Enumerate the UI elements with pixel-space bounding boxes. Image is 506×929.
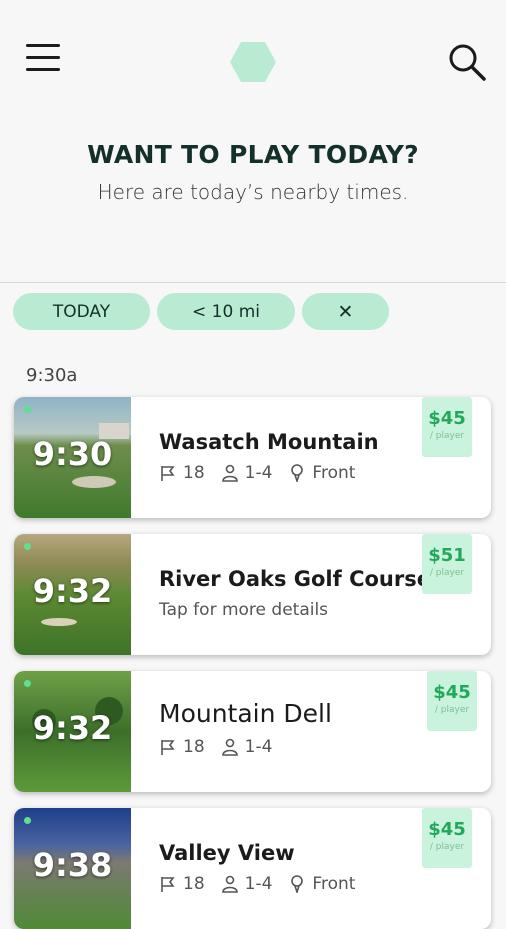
holes-count: 18: [183, 737, 205, 757]
filter-chip-today[interactable]: TODAY: [13, 293, 150, 330]
course-name: Mountain Dell: [159, 699, 332, 728]
players-range: 1-4: [244, 737, 273, 757]
status-dot: [24, 817, 31, 824]
price-unit: / player: [434, 705, 470, 715]
status-dot: [24, 406, 31, 413]
tee-time-card[interactable]: 9:32 River Oaks Golf Course Tap for more…: [14, 534, 491, 655]
price-amount: $45: [433, 682, 471, 703]
header: WANT TO PLAY TODAY? Here are today’s nea…: [0, 0, 506, 283]
price-unit: / player: [429, 568, 465, 578]
price-unit: / player: [429, 431, 465, 441]
details-hint: Tap for more details: [159, 600, 329, 620]
price-amount: $45: [428, 408, 466, 429]
price-badge: $45 / player: [422, 397, 472, 457]
status-dot: [24, 680, 31, 687]
course-meta: 18 1-4 Front: [159, 463, 355, 483]
clear-filters-button[interactable]: ✕: [302, 293, 389, 330]
menu-icon[interactable]: [26, 44, 60, 74]
person-icon: [221, 464, 239, 482]
tee-time: 9:32: [32, 709, 113, 747]
course-name: River Oaks Golf Course: [159, 567, 431, 591]
flag-icon: [159, 464, 177, 482]
price-amount: $51: [428, 545, 466, 566]
person-icon: [221, 738, 239, 756]
tee-time-card[interactable]: 9:30 Wasatch Mountain 18 1-4 Front $45 /…: [14, 397, 491, 518]
page-subtitle: Here are today’s nearby times.: [97, 180, 409, 204]
price-badge: $51 / player: [422, 534, 472, 594]
price-unit: / player: [429, 842, 465, 852]
flag-icon: [159, 738, 177, 756]
players-range: 1-4: [244, 874, 273, 894]
course-meta: 18 1-4 Front: [159, 874, 355, 894]
holes-count: 18: [183, 874, 205, 894]
tee-time-card[interactable]: 9:32 Mountain Dell 18 1-4 $45 / player: [14, 671, 491, 792]
tee-time: 9:30: [32, 435, 113, 473]
status-dot: [24, 543, 31, 550]
holes-count: 18: [183, 463, 205, 483]
section-time-header: 9:30a: [26, 365, 78, 386]
price-badge: $45 / player: [422, 808, 472, 868]
search-icon[interactable]: [447, 42, 487, 82]
tee-time: 9:32: [32, 572, 113, 610]
tee-icon: [288, 875, 306, 893]
tee-time-card[interactable]: 9:38 Valley View 18 1-4 Front $45 / play…: [14, 808, 491, 929]
course-name: Valley View: [159, 841, 295, 865]
price-badge: $45 / player: [427, 671, 477, 731]
tee-box: Front: [312, 463, 356, 483]
course-name: Wasatch Mountain: [159, 430, 379, 454]
flag-icon: [159, 875, 177, 893]
course-meta: 18 1-4: [159, 737, 272, 757]
tee-icon: [288, 464, 306, 482]
price-amount: $45: [428, 819, 466, 840]
page-title: WANT TO PLAY TODAY?: [87, 140, 419, 169]
tee-box: Front: [312, 874, 356, 894]
tee-time: 9:38: [32, 846, 113, 884]
person-icon: [221, 875, 239, 893]
logo-hexagon-icon[interactable]: [229, 41, 277, 83]
players-range: 1-4: [244, 463, 273, 483]
filter-chip-distance[interactable]: < 10 mi: [157, 293, 295, 330]
